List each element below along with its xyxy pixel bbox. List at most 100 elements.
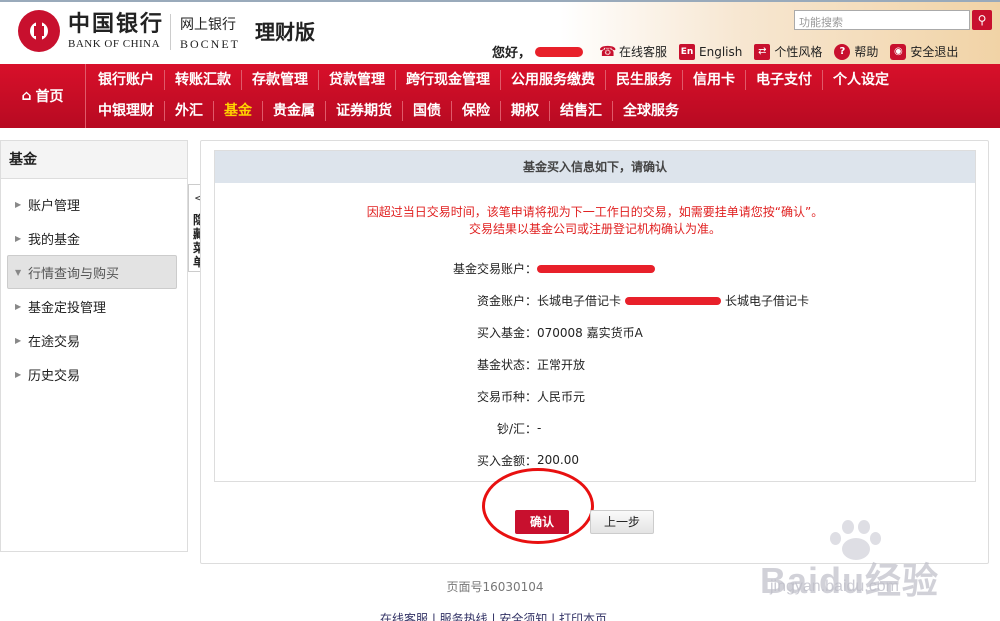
after-hours-notice: 因超过当日交易时间，该笔申请将视为下一工作日的交易，如需要挂单请您按“确认”。 … xyxy=(215,204,975,238)
detail-row-amount: 买入金额 ： 200.00 xyxy=(215,444,975,476)
product-name: 网上银行 BOCNET xyxy=(180,14,240,52)
caret-right-icon: ▶ xyxy=(15,301,22,311)
detail-label: 交易币种 xyxy=(476,389,525,404)
nav-item-bank-account[interactable]: 银行账户 xyxy=(88,70,165,90)
sidebar-title: 基金 xyxy=(1,141,187,179)
caret-right-icon: ▶ xyxy=(15,369,22,379)
style-icon: ⇄ xyxy=(754,43,771,60)
notice-line-2: 交易结果以基金公司或注册登记机构确认为准。 xyxy=(468,222,721,236)
sidebar-item-history[interactable]: ▶ 历史交易 xyxy=(1,357,187,391)
sidebar-item-quote-purchase[interactable]: ▼ 行情查询与购买 xyxy=(7,255,177,289)
english-icon: En xyxy=(679,43,696,60)
confirm-heading: 基金买入信息如下，请确认 xyxy=(215,151,975,183)
detail-row-cash-account: 资金账户 ： 长城电子借记卡 长城电子借记卡 xyxy=(215,284,975,316)
function-search-input[interactable]: 功能搜索 xyxy=(794,10,970,30)
nav-item-livelihood[interactable]: 民生服务 xyxy=(606,70,683,90)
detail-label: 基金交易账户 xyxy=(452,261,525,276)
nav-item-global-service[interactable]: 全球服务 xyxy=(613,101,689,121)
sidebar-item-label: 历史交易 xyxy=(28,368,81,384)
sidebar-item-fixed-investment[interactable]: ▶ 基金定投管理 xyxy=(1,289,187,323)
sidebar-list: ▶ 账户管理 ▶ 我的基金 ▼ 行情查询与购买 ▶ 基金定投管理 ▶ 在途交易 … xyxy=(1,187,187,391)
sidebar: 基金 ▶ 账户管理 ▶ 我的基金 ▼ 行情查询与购买 ▶ 基金定投管理 ▶ 在途… xyxy=(0,140,188,552)
online-service-link[interactable]: ☎ 在线客服 xyxy=(599,43,667,60)
sidebar-item-label: 基金定投管理 xyxy=(28,300,107,316)
header-toolbar: 您好， ☎ 在线客服 En English ⇄ 个性风格 ? 帮助 ◉ 安全退出 xyxy=(492,42,970,61)
nav-item-e-payment[interactable]: 电子支付 xyxy=(746,70,823,90)
back-button[interactable]: 上一步 xyxy=(590,510,654,534)
nav-item-transfer[interactable]: 转账汇款 xyxy=(165,70,242,90)
detail-label: 买入基金 xyxy=(476,325,525,340)
brand-divider xyxy=(170,14,171,50)
search-icon: ⚲ xyxy=(977,13,987,27)
style-link[interactable]: ⇄ 个性风格 xyxy=(754,43,822,60)
help-link[interactable]: ? 帮助 xyxy=(834,43,878,60)
logout-link[interactable]: ◉ 安全退出 xyxy=(890,43,958,60)
english-label: English xyxy=(699,44,743,59)
header: 中国银行 BANK OF CHINA 网上银行 BOCNET 理财版 功能搜索 … xyxy=(0,0,1000,66)
sidebar-item-account-management[interactable]: ▶ 账户管理 xyxy=(1,187,187,221)
product-name-en: BOCNET xyxy=(180,37,240,51)
nav-item-cash-management[interactable]: 跨行现金管理 xyxy=(396,70,501,90)
detail-row-fund-account: 基金交易账户 ： xyxy=(215,252,975,284)
nav-item-wealth[interactable]: 中银理财 xyxy=(88,101,165,121)
detail-row-fund: 买入基金 ： 070008 嘉实货币A xyxy=(215,316,975,348)
detail-value: 长城电子借记卡 长城电子借记卡 xyxy=(535,292,809,309)
customer-service-icon: ☎ xyxy=(599,43,617,60)
confirm-panel: 基金买入信息如下，请确认 因超过当日交易时间，该笔申请将视为下一工作日的交易，如… xyxy=(214,150,976,482)
confirm-details: 基金交易账户 ： 资金账户 ： 长城电子借记卡 长城电子借记卡 买入基金 ： 07… xyxy=(215,252,975,476)
search-button[interactable]: ⚲ xyxy=(972,10,992,30)
style-label: 个性风格 xyxy=(774,45,823,59)
nav-row-2: 中银理财 外汇 基金 贵金属 证券期货 国债 保险 期权 结售汇 全球服务 xyxy=(88,101,689,121)
online-service-label: 在线客服 xyxy=(619,45,668,59)
detail-value: 070008 嘉实货币A xyxy=(537,325,643,340)
nav-item-precious-metal[interactable]: 贵金属 xyxy=(263,101,326,121)
nav-item-forex[interactable]: 外汇 xyxy=(165,101,214,121)
home-icon: ⌂ xyxy=(21,88,32,104)
greeting: 您好， xyxy=(492,46,532,61)
detail-label: 资金账户 xyxy=(476,293,525,308)
sidebar-item-label: 我的基金 xyxy=(28,232,81,248)
nav-item-options[interactable]: 期权 xyxy=(501,101,550,121)
nav-item-personal-settings[interactable]: 个人设定 xyxy=(823,70,899,90)
product-name-cn: 网上银行 xyxy=(180,17,236,33)
detail-value: 人民币元 xyxy=(537,389,586,404)
bank-logo[interactable]: 中国银行 BANK OF CHINA xyxy=(18,10,164,52)
redacted-card-number xyxy=(625,297,722,305)
redacted-account xyxy=(537,264,655,273)
watermark: Baidu经验 jingyan.baidu.com xyxy=(760,520,990,601)
notice-line-1: 因超过当日交易时间，该笔申请将视为下一工作日的交易，如需要挂单请您按“确认”。 xyxy=(366,205,824,219)
lock-icon: ◉ xyxy=(890,43,907,60)
detail-row-cash-remit: 钞/汇 ： - xyxy=(215,412,975,444)
main-nav: ⌂ 首页 银行账户 转账汇款 存款管理 贷款管理 跨行现金管理 公用服务缴费 民… xyxy=(0,64,1000,128)
caret-right-icon: ▶ xyxy=(15,335,22,345)
caret-right-icon: ▶ xyxy=(15,199,22,209)
sidebar-item-label: 在途交易 xyxy=(28,334,81,350)
footer-links[interactable]: 在线客服 | 服务热线 | 安全须知 | 打印本页 xyxy=(380,610,607,621)
detail-label: 钞/汇 xyxy=(496,421,525,436)
nav-item-credit-card[interactable]: 信用卡 xyxy=(683,70,746,90)
nav-item-fund[interactable]: 基金 xyxy=(214,101,263,121)
card-type-suffix: 长城电子借记卡 xyxy=(725,293,810,308)
sidebar-item-my-fund[interactable]: ▶ 我的基金 xyxy=(1,221,187,255)
detail-label: 基金状态 xyxy=(476,357,525,372)
logout-label: 安全退出 xyxy=(910,45,959,59)
sidebar-item-pending-trades[interactable]: ▶ 在途交易 xyxy=(1,323,187,357)
sidebar-item-label: 行情查询与购买 xyxy=(28,266,120,282)
nav-item-deposit[interactable]: 存款管理 xyxy=(242,70,319,90)
english-link[interactable]: En English xyxy=(679,43,743,60)
detail-value xyxy=(535,261,655,275)
nav-row-1: 银行账户 转账汇款 存款管理 贷款管理 跨行现金管理 公用服务缴费 民生服务 信… xyxy=(88,70,899,90)
nav-home-label: 首页 xyxy=(35,89,64,105)
confirm-button[interactable]: 确认 xyxy=(515,510,569,534)
nav-home[interactable]: ⌂ 首页 xyxy=(0,64,86,128)
caret-down-icon: ▼ xyxy=(15,267,22,277)
detail-row-fund-status: 基金状态 ： 正常开放 xyxy=(215,348,975,380)
nav-item-utility-payment[interactable]: 公用服务缴费 xyxy=(501,70,606,90)
detail-label: 买入金额 xyxy=(476,453,525,468)
nav-item-insurance[interactable]: 保险 xyxy=(452,101,501,121)
nav-item-securities[interactable]: 证券期货 xyxy=(326,101,403,121)
nav-item-treasury[interactable]: 国债 xyxy=(403,101,452,121)
nav-item-fx-settlement[interactable]: 结售汇 xyxy=(550,101,613,121)
nav-item-loan[interactable]: 贷款管理 xyxy=(319,70,396,90)
watermark-url: jingyan.baidu.com xyxy=(770,578,899,595)
